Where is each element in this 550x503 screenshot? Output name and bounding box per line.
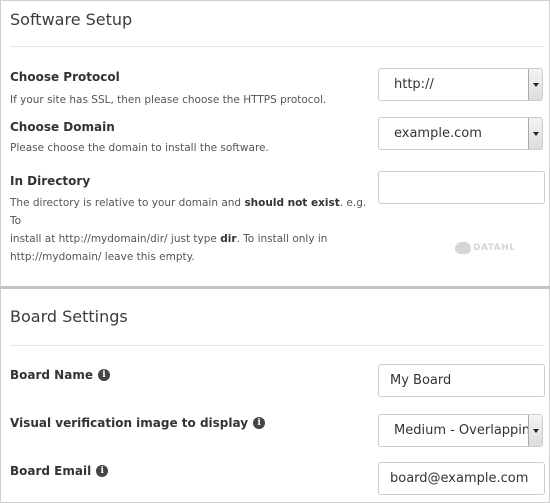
domain-select-value: example.com <box>394 126 482 141</box>
board-name-input[interactable]: My Board <box>378 364 545 397</box>
visual-verification-select-value: Medium - Overlapping <box>394 423 528 438</box>
in-directory-description: The directory is relative to your domain… <box>10 197 367 263</box>
choose-domain-description: Please choose the domain to install the … <box>10 142 269 154</box>
protocol-select-value: http:// <box>394 77 434 92</box>
cloud-icon <box>455 242 471 254</box>
domain-select[interactable]: example.com <box>378 117 543 150</box>
watermark-logo: DATAHL <box>455 242 515 254</box>
info-icon[interactable]: i <box>96 465 109 477</box>
divider <box>10 46 544 47</box>
visual-verification-label: Visual verification image to display i <box>10 416 266 430</box>
section-divider <box>0 286 550 289</box>
choose-protocol-label: Choose Protocol <box>10 70 120 84</box>
in-directory-label: In Directory <box>10 174 91 188</box>
choose-protocol-description: If your site has SSL, then please choose… <box>10 94 327 106</box>
info-icon[interactable]: i <box>253 417 266 429</box>
visual-verification-select[interactable]: Medium - Overlapping <box>378 414 543 447</box>
board-email-label: Board Email i <box>10 464 109 478</box>
board-settings-title: Board Settings <box>10 307 128 326</box>
board-name-label: Board Name i <box>10 368 110 382</box>
info-icon[interactable]: i <box>97 369 110 381</box>
chevron-down-icon[interactable] <box>528 415 542 446</box>
software-setup-title: Software Setup <box>10 10 133 29</box>
choose-domain-label: Choose Domain <box>10 120 115 134</box>
chevron-down-icon[interactable] <box>528 69 542 100</box>
divider <box>10 345 544 346</box>
chevron-down-icon[interactable] <box>528 118 542 149</box>
board-email-input[interactable]: board@example.com <box>378 462 545 495</box>
directory-input[interactable] <box>378 171 545 204</box>
protocol-select[interactable]: http:// <box>378 68 543 101</box>
